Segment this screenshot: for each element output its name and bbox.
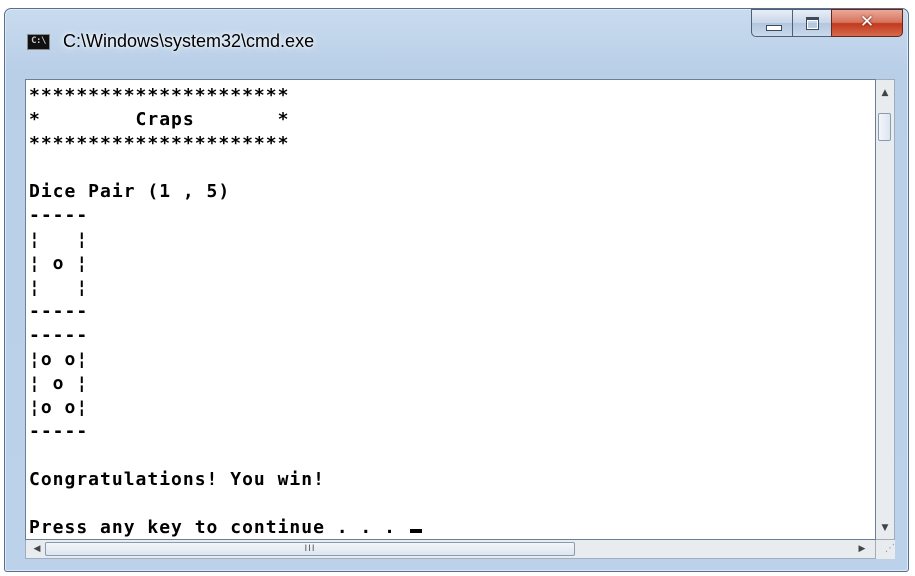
cmd-app-icon[interactable]: C:\ (27, 34, 50, 50)
console-line: ¦ ¦ (29, 277, 89, 298)
arrow-up-icon[interactable]: ▲ (876, 84, 894, 102)
window-title: C:\Windows\system32\cmd.exe (63, 31, 315, 51)
maximize-icon (806, 17, 819, 30)
console-line: ¦o o¦ (29, 397, 89, 418)
console-text: ********************** * Craps * *******… (29, 84, 422, 539)
console-line: ----- (29, 325, 89, 346)
arrow-right-icon[interactable]: ▶ (853, 540, 871, 558)
console-line: ----- (29, 421, 89, 442)
title-bar[interactable]: C:\ C:\Windows\system32\cmd.exe ✕ (5, 9, 908, 69)
horizontal-scroll-thumb[interactable]: III (45, 542, 575, 556)
resize-grip-icon[interactable]: ⋰ (876, 540, 895, 559)
console-line: Press any key to continue . . . (29, 517, 408, 538)
console-line: ¦ ¦ (29, 229, 89, 250)
text-cursor (409, 529, 422, 533)
vertical-scrollbar[interactable]: ▲ ▼ (876, 79, 895, 540)
arrow-left-icon[interactable]: ◀ (28, 540, 46, 558)
close-button[interactable]: ✕ (831, 9, 903, 37)
console-line: ********************** (29, 133, 290, 154)
maximize-button[interactable] (792, 9, 832, 37)
minimize-icon (766, 25, 782, 31)
console-output[interactable]: ********************** * Craps * *******… (25, 79, 876, 540)
console-line: Dice Pair (1 , 5) (29, 181, 231, 202)
console-line: ¦ o ¦ (29, 253, 89, 274)
horizontal-scrollbar[interactable]: ◀ III ▶ (25, 540, 876, 559)
minimize-button[interactable] (751, 9, 793, 37)
console-line: ¦o o¦ (29, 349, 89, 370)
console-line: ********************** (29, 85, 290, 106)
console-line: ¦ o ¦ (29, 373, 89, 394)
cmd-window: C:\ C:\Windows\system32\cmd.exe ✕ ******… (4, 8, 909, 572)
console-line: * Craps * (29, 109, 290, 130)
console-line: Congratulations! You win! (29, 469, 325, 490)
vertical-scroll-thumb[interactable] (878, 113, 891, 141)
close-icon: ✕ (859, 12, 875, 32)
arrow-down-icon[interactable]: ▼ (876, 519, 894, 537)
caption-buttons: ✕ (751, 9, 903, 39)
console-line: ----- (29, 205, 89, 226)
console-line: ----- (29, 301, 89, 322)
